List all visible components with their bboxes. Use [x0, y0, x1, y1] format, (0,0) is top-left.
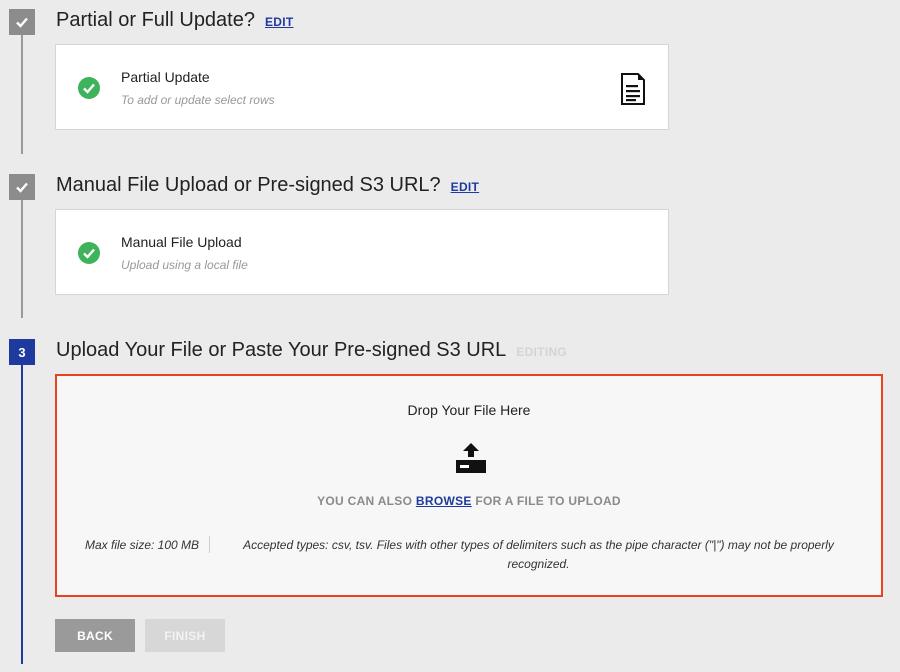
selection-subtitle: Upload using a local file	[121, 258, 248, 272]
step-3-status: EDITING	[516, 345, 568, 359]
accepted-types: Accepted types: csv, tsv. Files with oth…	[243, 538, 834, 571]
step-2-rail	[21, 196, 23, 318]
step-1-complete-badge	[9, 9, 35, 35]
selection-title: Manual File Upload	[121, 234, 242, 250]
max-file-size: Max file size: 100 MB	[85, 536, 211, 553]
browse-link[interactable]: BROWSE	[416, 494, 472, 508]
success-check-icon	[78, 77, 100, 99]
step-1-heading: Partial or Full Update?	[56, 9, 255, 31]
step-3-number-badge: 3	[9, 339, 35, 365]
checkmark-icon	[16, 17, 28, 28]
file-requirements: Max file size: 100 MB Accepted types: cs…	[85, 536, 857, 574]
step-1-selection-card: Partial Update To add or update select r…	[55, 44, 669, 130]
browse-prompt: YOU CAN ALSO BROWSE FOR A FILE TO UPLOAD	[57, 494, 881, 508]
back-button[interactable]: BACK	[55, 619, 135, 652]
checkmark-icon	[16, 182, 28, 193]
step-3-heading: Upload Your File or Paste Your Pre-signe…	[56, 339, 507, 361]
step-2-selection-card: Manual File Upload Upload using a local …	[55, 209, 669, 295]
finish-button[interactable]: FINISH	[145, 619, 225, 652]
step-1-edit-link[interactable]: EDIT	[265, 15, 294, 29]
selection-title: Partial Update	[121, 69, 210, 85]
upload-icon	[456, 443, 486, 473]
browse-suffix: FOR A FILE TO UPLOAD	[475, 494, 621, 508]
step-2-title: Manual File Upload or Pre-signed S3 URL?…	[56, 174, 479, 197]
success-check-icon	[78, 242, 100, 264]
step-3-rail	[21, 364, 23, 664]
dropzone-title: Drop Your File Here	[407, 402, 531, 418]
step-2-edit-link[interactable]: EDIT	[451, 180, 480, 194]
selection-subtitle: To add or update select rows	[121, 93, 275, 107]
browse-prefix: YOU CAN ALSO	[317, 494, 413, 508]
document-icon	[621, 73, 645, 105]
step-2-heading: Manual File Upload or Pre-signed S3 URL?	[56, 174, 441, 196]
step-1-title: Partial or Full Update? EDIT	[56, 9, 294, 32]
file-dropzone[interactable]: Drop Your File Here YOU CAN ALSO BROWSE …	[55, 374, 883, 597]
step-2-complete-badge	[9, 174, 35, 200]
step-1-rail	[21, 30, 23, 154]
step-3-title: Upload Your File or Paste Your Pre-signe…	[56, 339, 567, 362]
